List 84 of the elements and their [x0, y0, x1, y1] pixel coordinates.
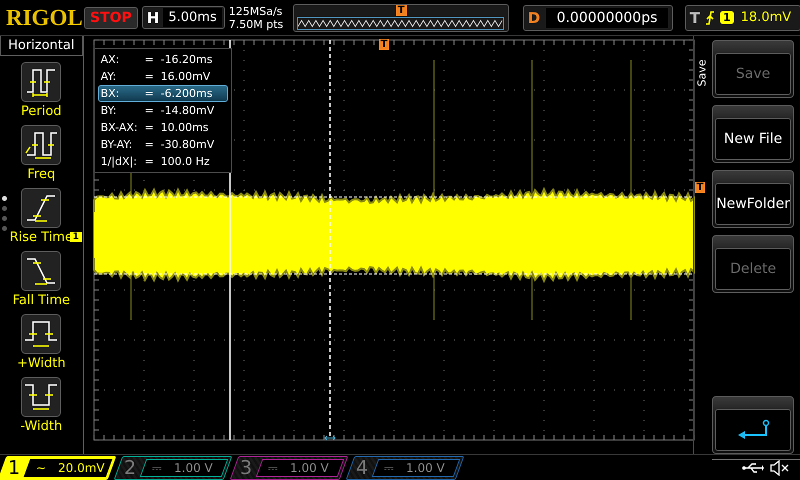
back-button[interactable] — [712, 396, 794, 454]
brand-logo: RIGOL — [6, 4, 80, 30]
readout-row[interactable]: 1/|dX|: = 100.0 Hz — [98, 153, 228, 170]
readout-row[interactable]: AY: = 16.00mV — [98, 68, 228, 85]
readout-value: 16.00mV — [160, 69, 212, 84]
edge-icon — [21, 251, 62, 291]
menu-title: Save — [695, 60, 710, 86]
readout-value: 10.00ms — [160, 120, 210, 135]
readout-name: AY: — [100, 69, 118, 84]
readout-row[interactable]: BY: = -14.80mV — [98, 102, 228, 119]
channel-marker: 1 — [70, 232, 82, 242]
equals-sign: = — [144, 137, 155, 152]
readout-name: BY-AY: — [100, 137, 134, 152]
readout-value: -14.80mV — [160, 103, 216, 118]
return-arrow-icon — [736, 419, 770, 441]
trigger-position-marker: T — [378, 39, 390, 50]
run-stop-button[interactable]: STOP — [84, 6, 138, 28]
readout-row[interactable]: AX: = -16.20ms — [98, 51, 228, 68]
measure-button[interactable]: Freq — [21, 125, 62, 182]
edge-icon — [21, 188, 62, 228]
trigger-position-marker: T — [396, 4, 407, 16]
readout-row[interactable]: BX-AX: = 10.00ms — [98, 119, 228, 136]
readout-name: BX: — [100, 86, 120, 101]
timebase-label: H — [146, 8, 160, 26]
readout-value: -30.80mV — [160, 137, 216, 152]
channel-tab[interactable]: 1 ~ 20.0mV — [0, 456, 116, 480]
pulse-icon — [21, 125, 62, 165]
coupling-symbol: ⎓ — [152, 460, 162, 474]
readout-row[interactable]: BY-AY: = -30.80mV — [98, 136, 228, 153]
sample-rate: 125MSa/s — [228, 4, 284, 18]
readout-name: BY: — [100, 103, 118, 118]
channel-scale: 1.00 V — [174, 460, 213, 474]
pulse-icon — [21, 62, 62, 102]
trigger-box[interactable]: T 1 18.0mV — [684, 4, 800, 30]
softkey-button[interactable]: New File — [712, 105, 794, 163]
channel-scale: 1.00 V — [406, 460, 445, 474]
timebase-box[interactable]: H 5.00ms — [142, 6, 225, 29]
readout-name: AX: — [100, 52, 120, 67]
softkey-button[interactable]: NewFolder — [712, 170, 794, 228]
channel-tab[interactable]: 4 ⎓ 1.00 V — [346, 456, 464, 480]
pulse-icon — [21, 314, 62, 354]
trigger-level-marker: T — [694, 182, 706, 193]
trigger-level: 18.0mV — [740, 10, 792, 25]
timebase-value: 5.00ms — [163, 8, 222, 27]
equals-sign: = — [144, 154, 155, 169]
equals-sign: = — [144, 69, 155, 84]
channel-number: 3 — [240, 456, 252, 478]
measure-button[interactable]: -Width — [20, 377, 62, 434]
coupling-symbol: ⎓ — [384, 460, 394, 474]
channel-number: 4 — [356, 456, 368, 478]
rising-edge-icon — [704, 10, 715, 24]
equals-sign: = — [144, 86, 155, 101]
readout-value: -16.20ms — [160, 52, 214, 67]
channel-number: 2 — [124, 456, 136, 478]
coupling-symbol: ~ — [36, 460, 46, 474]
equals-sign: = — [144, 120, 155, 135]
menu-title: Horizontal — [0, 36, 83, 56]
channel-number: 1 — [8, 456, 20, 478]
usb-icon — [742, 462, 764, 474]
trigger-label: T — [690, 8, 700, 26]
readout-value: -6.200ms — [160, 86, 214, 101]
measure-button[interactable]: Fall Time — [12, 251, 70, 308]
readout-value: 100.0 Hz — [160, 154, 211, 169]
channel-scale: 20.0mV — [58, 460, 105, 474]
trigger-source-badge: 1 — [720, 11, 734, 24]
delay-box[interactable]: D 0.00000000ps — [522, 4, 673, 30]
equals-sign: = — [144, 52, 155, 67]
equals-sign: = — [144, 103, 155, 118]
delay-label: D — [528, 8, 540, 26]
channel-tab[interactable]: 2 ⎓ 1.00 V — [114, 456, 232, 480]
measure-button[interactable]: Period — [21, 62, 62, 119]
delay-value: 0.00000000ps — [546, 8, 668, 28]
cursor-handle-icon — [324, 436, 336, 440]
channel-scale: 1.00 V — [290, 460, 329, 474]
mute-icon — [770, 460, 790, 476]
coupling-symbol: ⎓ — [268, 460, 278, 474]
memory-depth: 7.50M pts — [228, 18, 284, 30]
readout-name: BX-AX: — [100, 120, 139, 135]
pulse-icon — [21, 377, 62, 417]
selected-readout-row[interactable]: BX: = -6.200ms — [98, 85, 228, 102]
measure-button[interactable]: +Width — [16, 314, 66, 371]
page-indicator — [2, 196, 7, 231]
channel-tab[interactable]: 3 ⎓ 1.00 V — [230, 456, 348, 480]
readout-name: 1/|dX|: — [100, 154, 138, 169]
